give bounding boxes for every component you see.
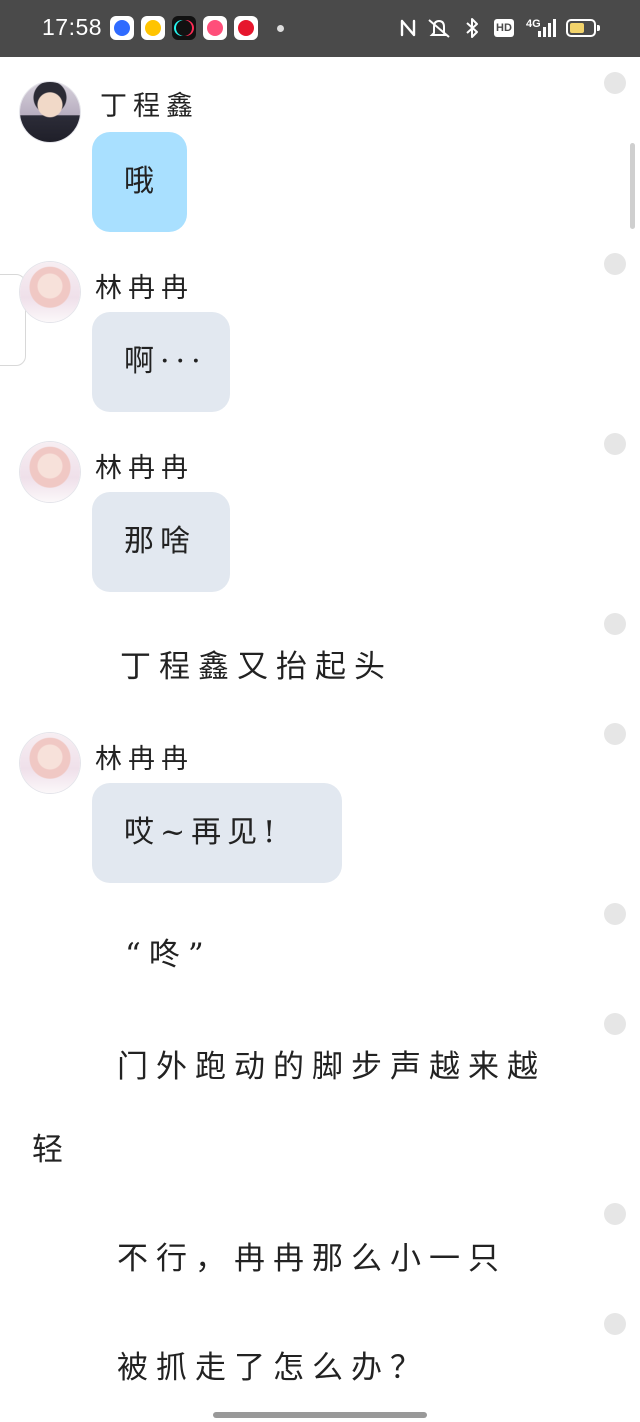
avatar[interactable] <box>20 82 80 142</box>
select-circle[interactable] <box>604 433 626 455</box>
narration-line: “咚” <box>125 937 212 973</box>
narration-line: 被抓走了怎么办？ <box>117 1350 429 1386</box>
notification-dot <box>277 25 284 32</box>
hd-icon: HD <box>494 19 514 37</box>
narration-line: 轻 <box>32 1132 71 1168</box>
sender-name: 丁程鑫 <box>100 91 199 122</box>
message-bubble[interactable]: 那啥 <box>92 492 230 592</box>
select-circle[interactable] <box>604 723 626 745</box>
message-bubble[interactable]: 哎~再见! <box>92 783 342 883</box>
select-circle[interactable] <box>604 1313 626 1335</box>
narration-line: 不行，冉冉那么小一只 <box>117 1241 507 1277</box>
status-bar: 17:58 HD 4G <box>0 0 640 57</box>
select-circle[interactable] <box>604 1013 626 1035</box>
select-circle[interactable] <box>604 1203 626 1225</box>
select-circle[interactable] <box>604 613 626 635</box>
message-bubble[interactable]: 啊··· <box>92 312 230 412</box>
baidu-app-icon <box>110 16 134 40</box>
scrollbar[interactable] <box>630 143 635 229</box>
narration-line: 丁程鑫又抬起头 <box>120 649 393 685</box>
nfc-icon <box>398 17 418 39</box>
home-indicator[interactable] <box>213 1412 427 1418</box>
bluetooth-icon <box>462 17 484 39</box>
avatar[interactable] <box>20 733 80 793</box>
message-bubble[interactable]: 哦 <box>92 132 187 232</box>
status-time: 17:58 <box>42 14 103 40</box>
smile-app-icon <box>141 16 165 40</box>
signal-icon: 4G <box>526 17 556 39</box>
bubble-app-icon <box>203 16 227 40</box>
select-circle[interactable] <box>604 253 626 275</box>
narration-line: 门外跑动的脚步声越来越 <box>117 1049 546 1085</box>
tiktok-app-icon <box>172 16 196 40</box>
sender-name: 林冉冉 <box>95 273 194 304</box>
select-circle[interactable] <box>604 903 626 925</box>
select-circle[interactable] <box>604 72 626 94</box>
sender-name: 林冉冉 <box>95 744 194 775</box>
mute-icon <box>425 17 453 39</box>
sender-name: 林冉冉 <box>95 453 194 484</box>
avatar[interactable] <box>20 262 80 322</box>
avatar[interactable] <box>20 442 80 502</box>
weibo-app-icon <box>234 16 258 40</box>
battery-icon <box>566 19 600 37</box>
